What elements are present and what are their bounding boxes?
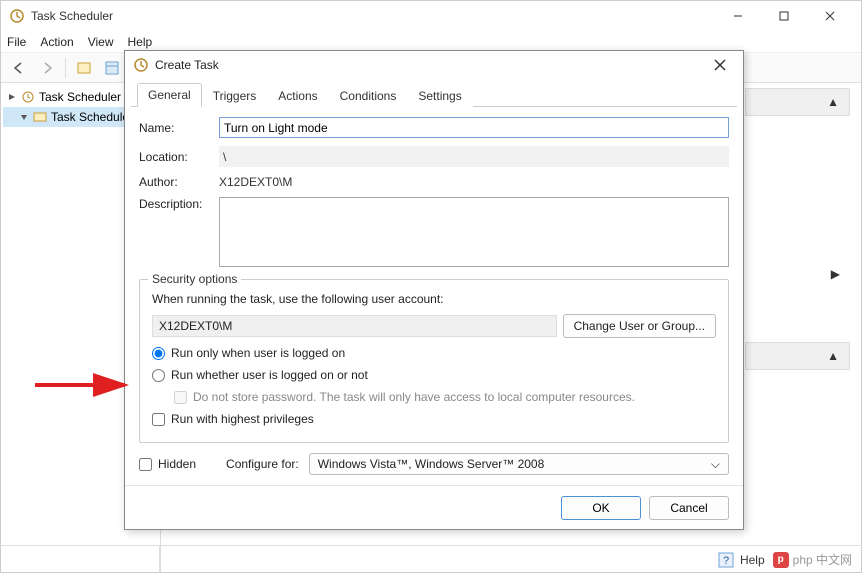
actions-header-2[interactable]: ▲: [745, 342, 850, 370]
status-help-label: Help: [740, 553, 765, 567]
back-button[interactable]: [7, 56, 31, 80]
maximize-button[interactable]: [761, 1, 807, 31]
statusbar: ? Help p php 中文网: [0, 545, 862, 573]
menu-action[interactable]: Action: [40, 35, 73, 49]
checkbox-highest-privileges[interactable]: [152, 413, 165, 426]
configure-for-select[interactable]: Windows Vista™, Windows Server™ 2008 ⌵: [309, 453, 729, 475]
highest-privileges-label: Run with highest privileges: [171, 412, 314, 426]
dialog-titlebar: Create Task: [125, 51, 743, 79]
radio-logged-on-or-not-label: Run whether user is logged on or not: [171, 368, 368, 382]
help-icon: ?: [718, 552, 734, 568]
forward-button[interactable]: [35, 56, 59, 80]
menu-view[interactable]: View: [88, 35, 114, 49]
folder-icon: [33, 110, 47, 124]
actions-pane: ▲ ▶ ▲: [745, 88, 850, 370]
expand-icon[interactable]: [19, 112, 29, 122]
tree-library-label: Task Schedule: [51, 110, 129, 124]
clock-icon: [21, 90, 35, 104]
window-title: Task Scheduler: [31, 9, 715, 23]
menu-help[interactable]: Help: [128, 35, 153, 49]
svg-text:?: ?: [723, 555, 729, 567]
expand-icon[interactable]: [7, 92, 17, 102]
brand-text: php 中文网: [793, 551, 852, 568]
toolbar-action-icon[interactable]: [72, 56, 96, 80]
author-value: X12DEXT0\M: [219, 175, 729, 189]
collapse-icon[interactable]: ▲: [827, 95, 839, 109]
toolbar-view-icon[interactable]: [100, 56, 124, 80]
location-value: \: [219, 146, 729, 167]
titlebar: Task Scheduler: [1, 1, 861, 31]
radio-logged-on-or-not[interactable]: [152, 369, 165, 382]
tree-root-label: Task Scheduler (L: [39, 90, 135, 104]
collapse-icon[interactable]: ▲: [827, 349, 839, 363]
security-prompt: When running the task, use the following…: [152, 292, 716, 306]
dialog-icon: [133, 57, 149, 73]
radio-logged-on[interactable]: [152, 347, 165, 360]
tab-content-general: Name: Location: \ Author: X12DEXT0\M Des…: [125, 107, 743, 485]
create-task-dialog: Create Task General Triggers Actions Con…: [124, 50, 744, 530]
tab-actions[interactable]: Actions: [267, 84, 328, 107]
security-options-group: Security options When running the task, …: [139, 279, 729, 443]
no-store-password-label: Do not store password. The task will onl…: [193, 390, 635, 404]
menu-file[interactable]: File: [7, 35, 26, 49]
description-label: Description:: [139, 197, 219, 211]
ok-button[interactable]: OK: [561, 496, 641, 520]
description-input[interactable]: [219, 197, 729, 267]
change-user-button[interactable]: Change User or Group...: [563, 314, 716, 338]
author-label: Author:: [139, 175, 219, 189]
security-legend: Security options: [148, 272, 241, 286]
name-label: Name:: [139, 121, 219, 135]
configure-for-label: Configure for:: [226, 457, 299, 471]
tab-conditions[interactable]: Conditions: [329, 84, 408, 107]
app-icon: [9, 8, 25, 24]
brand-logo: p: [773, 552, 789, 568]
actions-header-1[interactable]: ▲: [745, 88, 850, 116]
brand-watermark: p php 中文网: [773, 551, 862, 568]
dialog-title: Create Task: [155, 58, 705, 72]
tab-triggers[interactable]: Triggers: [202, 84, 268, 107]
cancel-button[interactable]: Cancel: [649, 496, 729, 520]
tabstrip: General Triggers Actions Conditions Sett…: [131, 79, 737, 107]
hidden-label: Hidden: [158, 457, 196, 471]
radio-logged-on-label: Run only when user is logged on: [171, 346, 345, 360]
checkbox-no-store-password: [174, 391, 187, 404]
actions-more[interactable]: ▶: [745, 260, 850, 288]
close-button[interactable]: [807, 1, 853, 31]
configure-for-value: Windows Vista™, Windows Server™ 2008: [318, 457, 545, 471]
dialog-close-button[interactable]: [705, 51, 735, 79]
location-label: Location:: [139, 150, 219, 164]
tab-settings[interactable]: Settings: [407, 84, 472, 107]
chevron-down-icon: ⌵: [711, 457, 720, 472]
minimize-button[interactable]: [715, 1, 761, 31]
dialog-buttons: OK Cancel: [125, 485, 743, 529]
name-input[interactable]: [219, 117, 729, 138]
account-display: X12DEXT0\M: [152, 315, 557, 337]
checkbox-hidden[interactable]: [139, 458, 152, 471]
tab-general[interactable]: General: [137, 83, 202, 107]
status-help[interactable]: ? Help: [710, 552, 773, 568]
